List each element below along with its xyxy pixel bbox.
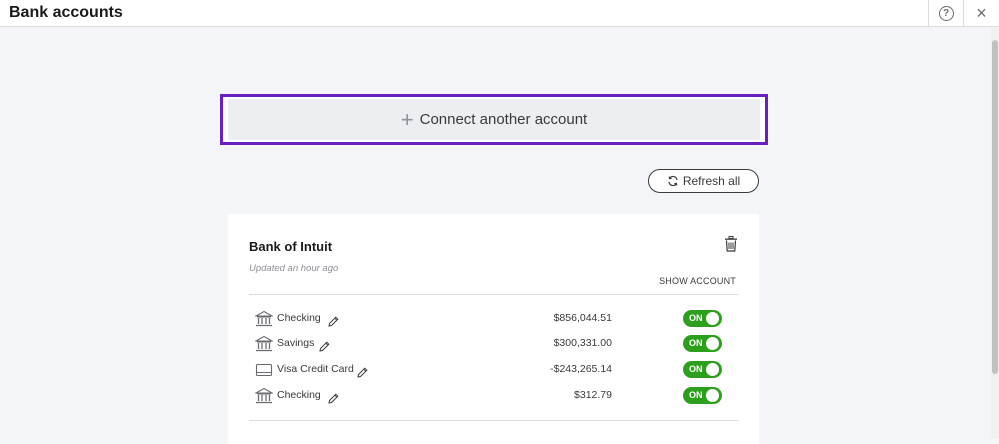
header-bar: Bank accounts ? ×	[0, 0, 999, 27]
toggle-knob	[706, 363, 719, 376]
divider	[249, 294, 738, 295]
account-balance: $300,331.00	[553, 337, 612, 349]
account-toggle[interactable]: ON	[683, 387, 722, 404]
pencil-icon[interactable]	[357, 365, 368, 378]
account-row: Checking $856,044.51 ON	[249, 307, 738, 331]
account-name: Checking	[277, 389, 321, 401]
account-toggle[interactable]: ON	[683, 310, 722, 327]
toggle-knob	[706, 312, 719, 325]
refresh-all-label: Refresh all	[682, 174, 741, 188]
trash-icon[interactable]	[724, 236, 738, 252]
toggle-label: ON	[689, 313, 703, 323]
last-updated-text: Updated an hour ago	[249, 263, 339, 274]
toggle-label: ON	[689, 390, 703, 400]
scrollbar-thumb[interactable]	[992, 40, 998, 374]
scrollbar[interactable]	[991, 28, 999, 438]
bank-icon	[253, 310, 275, 328]
show-account-header: SHOW ACCOUNT	[659, 276, 736, 286]
refresh-all-button[interactable]: Refresh all	[648, 169, 759, 193]
bank-card: Bank of Intuit Updated an hour ago SHOW …	[228, 214, 759, 444]
account-balance: -$243,265.14	[550, 363, 612, 375]
account-name: Checking	[277, 312, 321, 324]
account-name: Visa Credit Card	[277, 363, 354, 375]
divider	[249, 420, 738, 421]
pencil-icon[interactable]	[328, 391, 339, 404]
account-balance: $856,044.51	[553, 312, 612, 324]
bank-name: Bank of Intuit	[249, 239, 333, 254]
pencil-icon[interactable]	[319, 339, 330, 352]
toggle-knob	[706, 337, 719, 350]
close-button[interactable]: ×	[963, 0, 999, 27]
help-icon: ?	[938, 6, 954, 21]
toggle-label: ON	[689, 338, 703, 348]
pencil-icon[interactable]	[328, 314, 339, 327]
connect-button-label: Connect another account	[419, 111, 588, 128]
help-button[interactable]: ?	[928, 0, 963, 27]
credit-card-icon	[255, 361, 273, 379]
account-row: Checking $312.79 ON	[249, 384, 738, 408]
connect-another-account-button[interactable]: + Connect another account	[228, 99, 760, 140]
bank-icon	[253, 387, 275, 405]
bank-icon	[253, 335, 275, 353]
toggle-label: ON	[689, 364, 703, 374]
plus-icon: +	[400, 106, 414, 132]
toggle-knob	[706, 389, 719, 402]
account-row: Savings $300,331.00 ON	[249, 332, 738, 356]
account-toggle[interactable]: ON	[683, 361, 722, 378]
account-name: Savings	[277, 337, 315, 349]
account-toggle[interactable]: ON	[683, 335, 722, 352]
account-row: Visa Credit Card -$243,265.14 ON	[249, 358, 738, 382]
account-balance: $312.79	[574, 389, 612, 401]
page-title: Bank accounts	[9, 4, 123, 21]
refresh-icon	[667, 175, 679, 187]
